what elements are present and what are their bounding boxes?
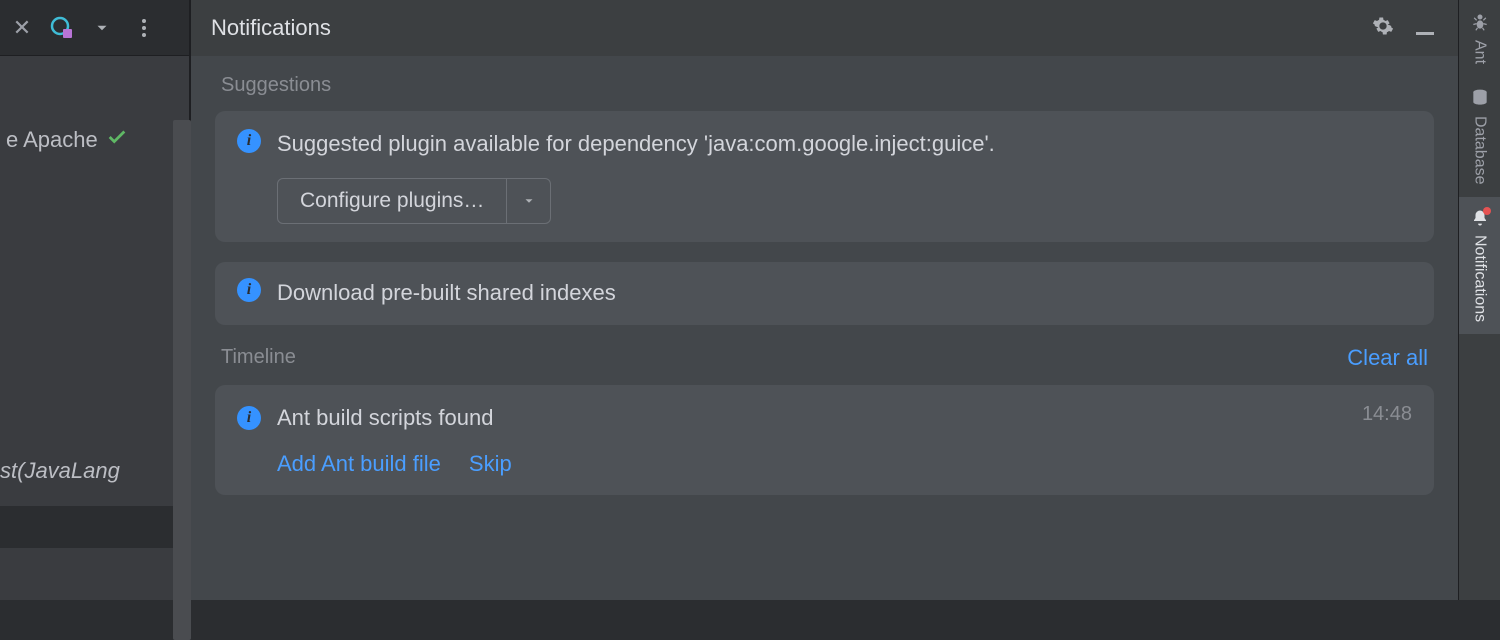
notification-actions: Add Ant build file Skip	[277, 451, 1412, 477]
scrollbar[interactable]	[173, 120, 191, 640]
clear-all-link[interactable]: Clear all	[1347, 345, 1428, 371]
timeline-card-ant[interactable]: i Ant build scripts found 14:48 Add Ant …	[215, 385, 1434, 496]
rail-tab-notifications[interactable]: Notifications	[1459, 197, 1500, 334]
panel-title: Notifications	[211, 15, 331, 41]
notification-text: Ant build scripts found	[277, 403, 493, 434]
header-actions	[1372, 15, 1434, 42]
database-icon	[1470, 88, 1490, 108]
rail-label: Database	[1471, 116, 1489, 185]
check-icon	[106, 126, 128, 154]
notification-text: Download pre-built shared indexes	[277, 278, 616, 309]
notification-time: 14:48	[1362, 403, 1412, 426]
right-tool-rail: Ant Database Notifications	[1458, 0, 1500, 600]
run-config-icon[interactable]	[50, 16, 74, 40]
notification-dot	[1483, 207, 1491, 215]
ant-icon	[1470, 12, 1490, 32]
close-icon[interactable]: ✕	[8, 14, 36, 42]
info-icon: i	[237, 406, 261, 430]
rail-label: Ant	[1471, 40, 1489, 64]
timeline-header: Timeline Clear all	[215, 345, 1434, 371]
info-icon: i	[237, 129, 261, 153]
toolbar: ✕	[0, 0, 189, 56]
suggestion-card-indexes[interactable]: i Download pre-built shared indexes	[215, 262, 1434, 325]
info-icon: i	[237, 278, 261, 302]
section-label: Timeline	[221, 346, 296, 369]
configure-plugins-dropdown[interactable]	[506, 179, 550, 223]
suggestions-header: Suggestions	[215, 74, 1434, 97]
add-ant-build-link[interactable]: Add Ant build file	[277, 451, 441, 477]
notification-text: Suggested plugin available for dependenc…	[277, 129, 995, 160]
chevron-down-icon[interactable]	[88, 14, 116, 42]
minimize-icon[interactable]	[1416, 22, 1434, 35]
more-icon[interactable]	[130, 14, 158, 42]
rail-tab-ant[interactable]: Ant	[1470, 0, 1490, 76]
rail-label: Notifications	[1471, 235, 1489, 322]
suggestion-card-plugin[interactable]: i Suggested plugin available for depende…	[215, 111, 1434, 242]
gear-icon[interactable]	[1372, 15, 1394, 42]
configure-plugins-button[interactable]: Configure plugins…	[277, 178, 551, 224]
rail-tab-database[interactable]: Database	[1470, 76, 1490, 197]
panel-header: Notifications	[191, 0, 1458, 56]
configure-plugins-label[interactable]: Configure plugins…	[278, 179, 506, 223]
section-label: Suggestions	[221, 74, 331, 97]
notifications-panel: Notifications Suggestions i Suggested pl…	[190, 0, 1458, 600]
editor-background: e Apache st(JavaLang	[0, 56, 189, 600]
skip-link[interactable]: Skip	[469, 451, 512, 477]
tab-text: e Apache	[6, 127, 98, 153]
tab-fragment: e Apache	[6, 126, 128, 154]
editor-pane: ✕ e Apache st(JavaLang	[0, 0, 190, 600]
code-fragment: st(JavaLang	[0, 458, 120, 484]
content-area: Suggestions i Suggested plugin available…	[191, 56, 1458, 600]
editor-strip	[0, 506, 177, 548]
bell-icon	[1471, 209, 1489, 227]
